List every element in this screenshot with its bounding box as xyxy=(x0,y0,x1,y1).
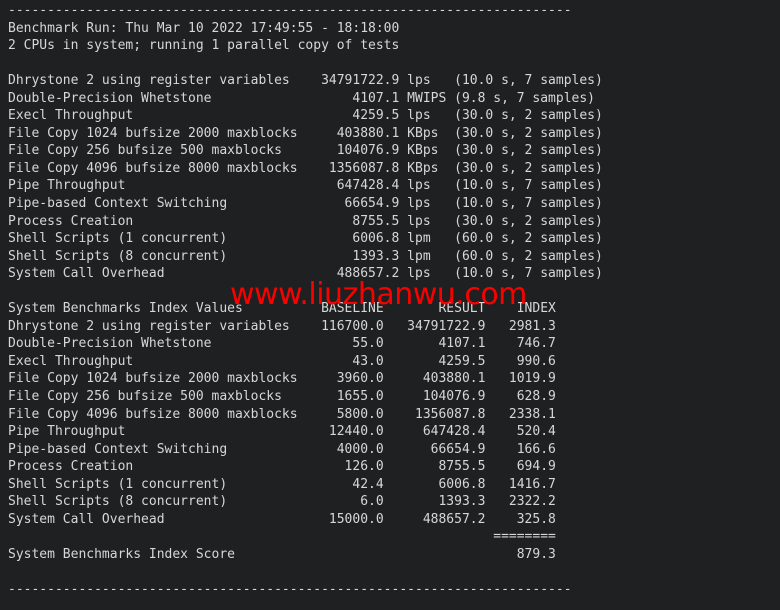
result-row: Execl Throughput 4259.5 lps (30.0 s, 2 s… xyxy=(8,108,603,124)
result-row: File Copy 4096 bufsize 8000 maxblocks 13… xyxy=(8,160,603,176)
result-row: File Copy 1024 bufsize 2000 maxblocks 40… xyxy=(8,125,603,141)
score-separator: ======== xyxy=(8,529,556,545)
index-table-row: File Copy 1024 bufsize 2000 maxblocks 39… xyxy=(8,371,556,387)
index-table-row: Shell Scripts (1 concurrent) 42.4 6006.8… xyxy=(8,476,556,492)
separator-rule-bottom: ----------------------------------------… xyxy=(8,582,572,598)
index-table-row: System Call Overhead 15000.0 488657.2 32… xyxy=(8,511,556,527)
index-table-row: Shell Scripts (8 concurrent) 6.0 1393.3 … xyxy=(8,494,556,510)
result-row: Dhrystone 2 using register variables 347… xyxy=(8,73,603,89)
separator-rule-top: ----------------------------------------… xyxy=(8,3,572,18)
index-table-row: Pipe-based Context Switching 4000.0 6665… xyxy=(8,441,556,457)
index-table-row: Double-Precision Whetstone 55.0 4107.1 7… xyxy=(8,336,556,352)
result-row: Shell Scripts (1 concurrent) 6006.8 lpm … xyxy=(8,231,603,247)
index-table-row: Dhrystone 2 using register variables 116… xyxy=(8,318,556,334)
result-row: Pipe Throughput 647428.4 lps (10.0 s, 7 … xyxy=(8,178,603,194)
index-table-row: File Copy 4096 bufsize 8000 maxblocks 58… xyxy=(8,406,556,422)
terminal-window: ----------------------------------------… xyxy=(0,0,780,610)
result-row: File Copy 256 bufsize 500 maxblocks 1040… xyxy=(8,143,603,159)
benchmark-run-line: Benchmark Run: Thu Mar 10 2022 17:49:55 … xyxy=(8,20,400,36)
index-table-row: Pipe Throughput 12440.0 647428.4 520.4 xyxy=(8,424,556,440)
cpu-info-line: 2 CPUs in system; running 1 parallel cop… xyxy=(8,38,400,54)
index-score-line: System Benchmarks Index Score 879.3 xyxy=(8,546,556,562)
result-row: Double-Precision Whetstone 4107.1 MWIPS … xyxy=(8,90,595,106)
result-row: Shell Scripts (8 concurrent) 1393.3 lpm … xyxy=(8,248,603,264)
result-row: Process Creation 8755.5 lps (30.0 s, 2 s… xyxy=(8,213,603,229)
index-table-row: Process Creation 126.0 8755.5 694.9 xyxy=(8,459,556,475)
index-table-row: Execl Throughput 43.0 4259.5 990.6 xyxy=(8,353,556,369)
index-table-row: File Copy 256 bufsize 500 maxblocks 1655… xyxy=(8,389,556,405)
result-row: Pipe-based Context Switching 66654.9 lps… xyxy=(8,196,603,212)
terminal-output: ----------------------------------------… xyxy=(8,2,603,599)
index-table-header: System Benchmarks Index Values BASELINE … xyxy=(8,301,556,317)
result-row: System Call Overhead 488657.2 lps (10.0 … xyxy=(8,266,603,282)
